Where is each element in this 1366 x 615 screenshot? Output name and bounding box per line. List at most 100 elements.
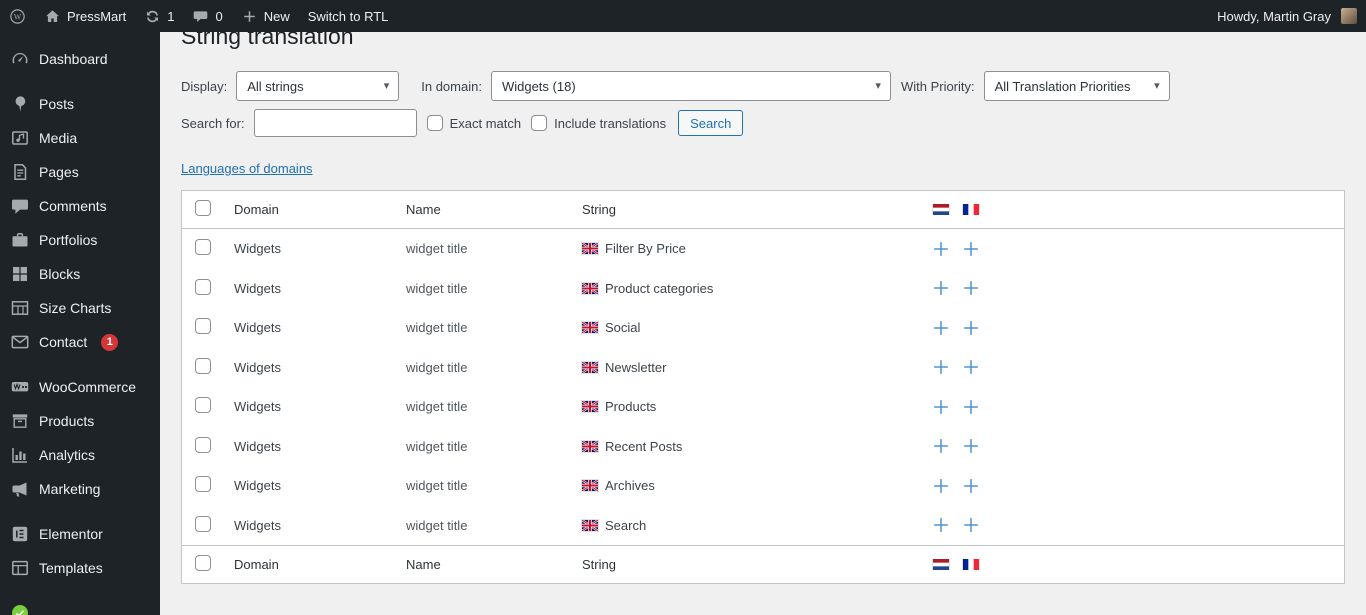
dashboard-icon	[10, 49, 30, 69]
chevron-down-icon: ▾	[383, 79, 390, 92]
add-translation-nl-button[interactable]	[932, 319, 950, 337]
exact-match-label: Exact match	[449, 115, 522, 131]
add-translation-nl-button[interactable]	[932, 398, 950, 416]
add-translation-fr-button[interactable]	[962, 358, 980, 376]
add-translation-nl-button[interactable]	[932, 516, 950, 534]
update-icon	[144, 8, 161, 25]
in-domain-label: In domain:	[421, 78, 482, 94]
column-string-footer: String	[582, 557, 616, 572]
search-input[interactable]	[253, 109, 417, 137]
sidebar-item-analytics[interactable]: Analytics	[0, 438, 160, 472]
comments-menu[interactable]: 0	[183, 0, 231, 32]
sidebar-item-pages[interactable]: Pages	[0, 155, 160, 189]
admin-bar-right: Howdy, Martin Gray	[1208, 0, 1366, 32]
row-checkbox[interactable]	[195, 278, 211, 295]
priority-select[interactable]: All Translation Priorities ▾	[983, 71, 1170, 101]
sidebar-item-dashboard[interactable]: Dashboard	[0, 42, 160, 76]
add-translation-fr-button[interactable]	[962, 240, 980, 258]
sidebar-item-contact[interactable]: Contact 1	[0, 325, 160, 359]
sidebar-item-comments[interactable]: Comments	[0, 189, 160, 223]
admin-bar-left: W PressMart 1 0 New Switch to RTL	[0, 0, 397, 32]
column-domain-footer: Domain	[234, 557, 279, 572]
row-checkbox[interactable]	[195, 318, 211, 335]
howdy-label: Howdy, Martin Gray	[1217, 8, 1331, 24]
menu-label: Marketing	[39, 481, 101, 497]
menu-label: Size Charts	[39, 300, 112, 316]
uk-flag-icon	[582, 440, 598, 452]
display-select[interactable]: All strings ▾	[236, 71, 400, 101]
row-checkbox[interactable]	[195, 239, 211, 256]
include-translations-checkbox[interactable]	[531, 115, 548, 131]
sidebar-item-posts[interactable]: Posts	[0, 87, 160, 121]
row-domain: Widgets	[234, 359, 281, 375]
sidebar-item-media[interactable]: Media	[0, 121, 160, 155]
new-content-menu[interactable]: New	[232, 0, 299, 32]
row-string: Newsletter	[605, 359, 667, 375]
uk-flag-icon	[582, 401, 598, 413]
add-translation-fr-button[interactable]	[962, 437, 980, 455]
comments-count: 0	[215, 8, 223, 24]
new-label: New	[263, 8, 290, 24]
sidebar-item-products[interactable]: Products	[0, 404, 160, 438]
exact-match-checkbox[interactable]	[426, 115, 443, 131]
row-checkbox[interactable]	[195, 515, 211, 532]
row-string: Filter By Price	[605, 241, 686, 257]
add-translation-nl-button[interactable]	[932, 437, 950, 455]
sidebar-item-elementor[interactable]: Elementor	[0, 517, 160, 551]
add-translation-fr-button[interactable]	[962, 516, 980, 534]
column-name: Name	[406, 202, 441, 217]
sidebar-item-plugin[interactable]	[0, 596, 160, 615]
select-all-checkbox[interactable]	[195, 200, 211, 216]
updates-menu[interactable]: 1	[135, 0, 183, 32]
add-translation-nl-button[interactable]	[932, 477, 950, 495]
row-name: widget title	[406, 320, 468, 336]
row-string: Product categories	[605, 280, 714, 296]
sidebar-menu: Dashboard Posts Media Pages Comments Por…	[0, 32, 160, 615]
add-translation-fr-button[interactable]	[962, 279, 980, 297]
site-name-menu[interactable]: PressMart	[35, 0, 135, 32]
sidebar-item-marketing[interactable]: Marketing	[0, 472, 160, 506]
sidebar-item-size-charts[interactable]: Size Charts	[0, 291, 160, 325]
count-badge: 1	[101, 333, 119, 351]
sidebar-item-templates[interactable]: Templates	[0, 551, 160, 585]
menu-label: Comments	[39, 198, 107, 214]
plus-icon	[241, 8, 258, 25]
row-checkbox[interactable]	[195, 436, 211, 453]
exact-match-option[interactable]: Exact match	[426, 115, 522, 131]
select-all-checkbox-footer[interactable]	[195, 555, 211, 571]
menu-label: Dashboard	[39, 51, 108, 67]
marketing-icon	[10, 479, 30, 499]
svg-text:W: W	[14, 12, 22, 21]
pushpin-icon	[10, 94, 30, 114]
add-translation-nl-button[interactable]	[932, 279, 950, 297]
sidebar-item-portfolios[interactable]: Portfolios	[0, 223, 160, 257]
fr-flag-icon	[963, 559, 979, 570]
languages-of-domains-link[interactable]: Languages of domains	[181, 161, 313, 176]
row-checkbox[interactable]	[195, 476, 211, 493]
row-checkbox[interactable]	[195, 397, 211, 414]
row-checkbox[interactable]	[195, 357, 211, 374]
include-translations-option[interactable]: Include translations	[531, 115, 666, 131]
display-value: All strings	[247, 78, 304, 94]
sidebar-item-woocommerce[interactable]: WooCommerce	[0, 370, 160, 404]
add-translation-fr-button[interactable]	[962, 319, 980, 337]
add-translation-nl-button[interactable]	[932, 240, 950, 258]
add-translation-fr-button[interactable]	[962, 398, 980, 416]
sidebar-item-blocks[interactable]: Blocks	[0, 257, 160, 291]
portfolio-icon	[10, 230, 30, 250]
menu-label: Templates	[39, 560, 103, 576]
wordpress-menu[interactable]: W	[0, 0, 35, 32]
menu-label: Portfolios	[39, 232, 98, 248]
switch-rtl-button[interactable]: Switch to RTL	[299, 0, 398, 32]
in-domain-select[interactable]: Widgets (18) ▾	[490, 71, 891, 101]
woocommerce-icon	[10, 377, 30, 397]
menu-label: Media	[39, 130, 78, 146]
search-button[interactable]: Search	[678, 110, 744, 136]
table-row: Widgets widget title Archives	[182, 466, 1344, 506]
add-translation-fr-button[interactable]	[962, 477, 980, 495]
howdy-menu[interactable]: Howdy, Martin Gray	[1208, 0, 1366, 32]
uk-flag-icon	[582, 519, 598, 531]
row-name: widget title	[406, 399, 468, 415]
menu-label: Elementor	[39, 526, 103, 542]
add-translation-nl-button[interactable]	[932, 358, 950, 376]
